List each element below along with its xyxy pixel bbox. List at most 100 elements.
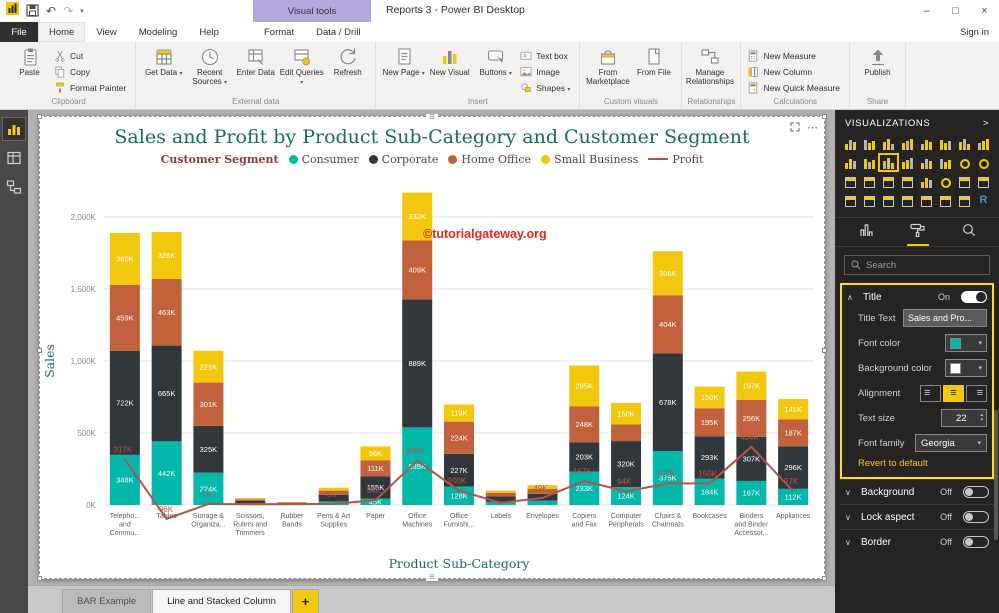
stacked-bar-chart-icon[interactable]: [842, 136, 859, 151]
resize-handle[interactable]: [37, 114, 42, 119]
manage-relationships-button[interactable]: Manage Relationships: [687, 44, 732, 86]
title-text-input[interactable]: Sales and Pro...: [903, 309, 987, 327]
multi-row-card-icon[interactable]: [975, 174, 992, 189]
chevron-down-icon[interactable]: ∨: [845, 513, 855, 522]
title-toggle[interactable]: [961, 291, 987, 303]
collapse-panel-icon[interactable]: >: [983, 118, 989, 129]
drag-grip-icon[interactable]: ≡: [426, 114, 438, 121]
customize-toolbar-caret-icon[interactable]: ▾: [80, 7, 84, 15]
search-input[interactable]: [866, 260, 983, 271]
spin-down-icon[interactable]: ▾: [980, 418, 983, 423]
maximize-button[interactable]: □: [941, 0, 970, 22]
shape-map-icon[interactable]: [899, 174, 916, 189]
waterfall-chart-icon[interactable]: [918, 155, 935, 170]
align-left-button[interactable]: ≡: [920, 385, 941, 402]
image-button[interactable]: Image: [519, 64, 574, 79]
refresh-button[interactable]: Refresh: [325, 44, 370, 77]
card-icon[interactable]: [956, 174, 973, 189]
tab-modeling[interactable]: Modeling: [128, 22, 189, 42]
100-stacked-bar-chart-icon[interactable]: [918, 136, 935, 151]
background-section-header[interactable]: ∨BackgroundOff: [840, 479, 994, 504]
panel-scrollbar[interactable]: [994, 410, 998, 540]
title-section-header[interactable]: ∧ Title On: [842, 285, 992, 309]
border-section-header[interactable]: ∨BorderOff: [840, 529, 994, 554]
page-tab-bar-example[interactable]: BAR Example: [62, 589, 151, 613]
tab-file[interactable]: File: [0, 22, 38, 42]
new-page-button[interactable]: +: [292, 589, 319, 613]
column-segment-home-office[interactable]: [486, 493, 516, 497]
font-color-dropdown[interactable]: ▾: [945, 334, 987, 352]
column-segment-corporate[interactable]: [235, 501, 265, 504]
new-visual-button[interactable]: New Visual: [427, 44, 472, 77]
column-segment-small-business[interactable]: [235, 498, 265, 499]
chevron-down-icon[interactable]: ∨: [845, 488, 855, 497]
new-quick-measure-button[interactable]: New Quick Measure: [746, 80, 844, 95]
custom-visual-icon[interactable]: [937, 193, 954, 208]
recent-sources-button[interactable]: Recent Sources ▾: [187, 44, 232, 88]
legend-item-home-office[interactable]: Home Office: [448, 153, 531, 166]
column-segment-home-office[interactable]: [611, 425, 641, 442]
table-icon[interactable]: [880, 193, 897, 208]
legend-item-profit[interactable]: Profit: [648, 153, 703, 166]
clustered-column-chart-icon[interactable]: [899, 136, 916, 151]
resize-handle[interactable]: [822, 114, 827, 119]
line-and-clustered-column-chart-icon[interactable]: [899, 155, 916, 170]
map-icon[interactable]: [861, 174, 878, 189]
resize-handle[interactable]: [37, 576, 42, 581]
kpi-icon[interactable]: [842, 193, 859, 208]
new-measure-button[interactable]: New Measure: [746, 48, 844, 63]
tab-home[interactable]: Home: [38, 22, 85, 42]
chevron-down-icon[interactable]: ∨: [845, 538, 855, 547]
text-box-button[interactable]: AText box: [519, 48, 574, 63]
lock-aspect-section-header[interactable]: ∨Lock aspectOff: [840, 504, 994, 529]
column-segment-home-office[interactable]: [277, 503, 307, 504]
report-view-button[interactable]: [3, 118, 25, 140]
report-visual[interactable]: ≡ ≡ ⋯ Sales and Profit by Product Sub-Ca…: [39, 116, 825, 579]
enter-data-button[interactable]: Enter Data: [233, 44, 278, 77]
get-more-visuals-icon[interactable]: [956, 193, 973, 208]
page-tab-line-and-stacked-column[interactable]: Line and Stacked Column: [152, 589, 291, 613]
100-stacked-column-chart-icon[interactable]: [937, 136, 954, 151]
matrix-icon[interactable]: [899, 193, 916, 208]
from-marketplace-button[interactable]: From Marketplace: [585, 44, 630, 86]
column-segment-consumer[interactable]: [528, 501, 558, 505]
resize-handle[interactable]: [37, 348, 42, 353]
column-segment-home-office[interactable]: [235, 499, 265, 500]
publish-button[interactable]: Publish: [855, 44, 900, 77]
format-tab[interactable]: [907, 221, 929, 246]
font-family-dropdown[interactable]: Georgia ▾: [915, 434, 987, 452]
buttons-button[interactable]: Buttons ▾: [473, 44, 518, 79]
tab-format[interactable]: Format: [253, 22, 305, 42]
more-options-icon[interactable]: ⋯: [807, 124, 819, 132]
drag-grip-bottom-icon[interactable]: ≡: [426, 574, 438, 581]
treemap-icon[interactable]: [842, 174, 859, 189]
from-file-button[interactable]: From File: [631, 44, 676, 77]
minimize-button[interactable]: –: [912, 0, 941, 22]
r-script-visual-icon[interactable]: R: [975, 193, 992, 208]
align-center-button[interactable]: ≡: [943, 385, 964, 402]
paste-button[interactable]: Paste: [7, 44, 52, 77]
filled-map-icon[interactable]: [880, 174, 897, 189]
save-button[interactable]: [26, 4, 39, 19]
background-color-dropdown[interactable]: ▾: [945, 359, 987, 377]
tab-help[interactable]: Help: [188, 22, 230, 42]
redo-button[interactable]: ↷: [63, 5, 73, 17]
shapes-button[interactable]: Shapes ▾: [519, 80, 574, 95]
stacked-area-chart-icon[interactable]: [861, 155, 878, 170]
new-column-button[interactable]: New Column: [746, 64, 844, 79]
undo-button[interactable]: ↶: [46, 5, 56, 17]
legend-item-consumer[interactable]: Consumer: [289, 153, 359, 166]
new-page-button[interactable]: New Page ▾: [381, 44, 426, 79]
tab-data-drill[interactable]: Data / Drill: [305, 22, 371, 42]
focus-mode-icon[interactable]: [790, 119, 800, 137]
funnel-icon[interactable]: [918, 174, 935, 189]
fields-tab[interactable]: [856, 221, 877, 246]
background-toggle[interactable]: [963, 486, 989, 498]
resize-handle[interactable]: [822, 576, 827, 581]
clustered-bar-chart-icon[interactable]: [880, 136, 897, 151]
ribbon-chart-icon[interactable]: [956, 136, 973, 151]
close-button[interactable]: ×: [970, 0, 999, 22]
chevron-up-icon[interactable]: ∧: [847, 293, 857, 302]
sign-in-link[interactable]: Sign in: [960, 22, 989, 42]
get-data-button[interactable]: Get Data ▾: [141, 44, 186, 79]
